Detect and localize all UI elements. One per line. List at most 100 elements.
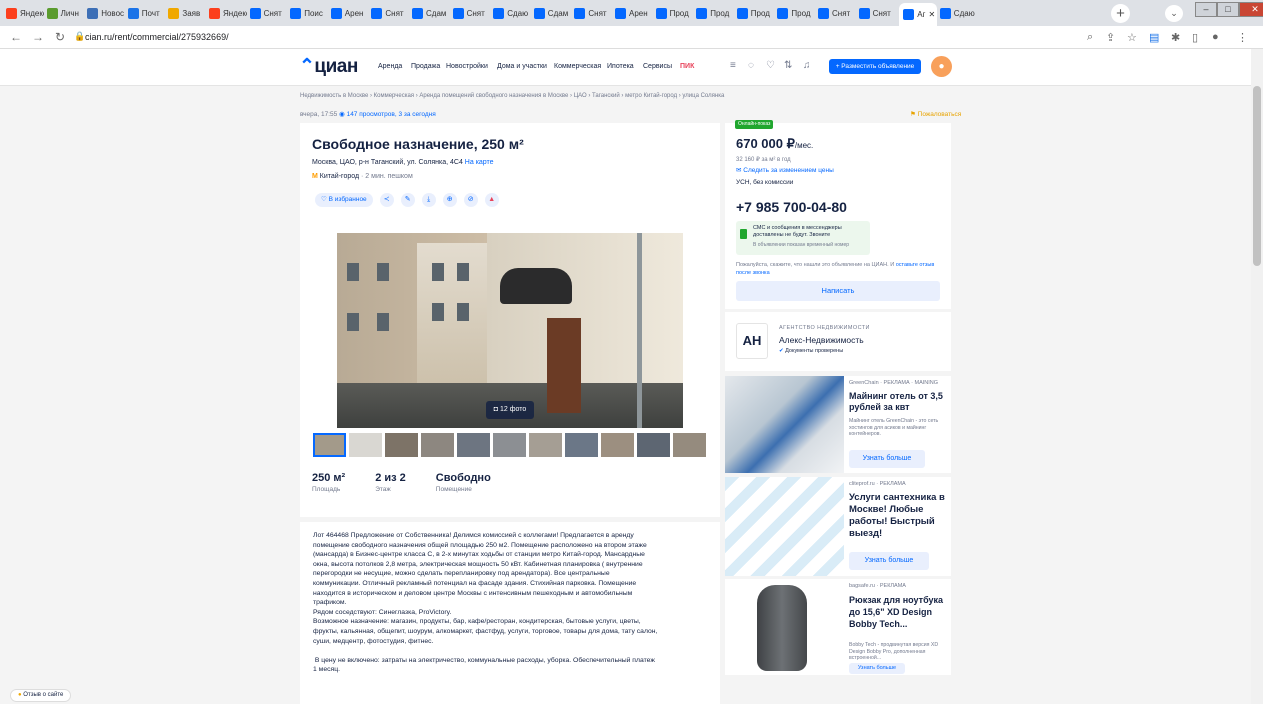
map-link[interactable]: На карте xyxy=(465,159,494,166)
saved-search-icon[interactable]: ⇅ xyxy=(784,60,792,71)
print-icon[interactable]: ⊕ xyxy=(442,193,457,207)
nav-commercial[interactable]: Коммерческая xyxy=(554,63,601,70)
track-price-link[interactable]: ✉ Следить за изменением цены xyxy=(736,166,834,174)
ad-banner-backpack[interactable]: bagsafe.ru · РЕКЛАМА Рюкзак для ноутбука… xyxy=(725,579,951,675)
browser-tab[interactable]: Личн xyxy=(46,4,85,22)
reload-icon[interactable]: ↻ xyxy=(55,30,65,44)
browser-tab[interactable]: Сдаю xyxy=(493,4,531,22)
photo-count-badge[interactable]: ◘ 12 фото xyxy=(486,401,534,419)
cian-logo[interactable]: ⌃циан xyxy=(299,55,358,78)
ad-image[interactable] xyxy=(725,376,844,473)
browser-tab[interactable]: Сдам xyxy=(533,4,572,22)
ad-title[interactable]: Услуги сантехника в Москве! Любые работы… xyxy=(849,492,947,540)
agency-card[interactable]: АН АГЕНТСТВО НЕДВИЖИМОСТИ Алекс-Недвижим… xyxy=(725,312,951,371)
browser-tab[interactable]: Прод xyxy=(736,4,775,22)
browser-tab[interactable]: Прод xyxy=(696,4,734,22)
ad-title[interactable]: Рюкзак для ноутбука до 15,6" XD Design B… xyxy=(849,594,947,630)
thumbnail[interactable] xyxy=(601,433,634,457)
thumbnail[interactable] xyxy=(385,433,418,457)
zoom-icon[interactable]: ⌕ xyxy=(1087,31,1093,44)
thumbnail[interactable] xyxy=(637,433,670,457)
thumbnail[interactable] xyxy=(457,433,490,457)
browser-tab[interactable]: Прод xyxy=(655,4,694,22)
ad-title[interactable]: Майнинг отель от 3,5 рублей за квт xyxy=(849,391,947,413)
nav-sale[interactable]: Продажа xyxy=(411,63,440,70)
photo-gallery[interactable]: ◘ 12 фото xyxy=(337,233,683,428)
browser-tab[interactable]: Почт xyxy=(127,4,166,22)
browser-tab[interactable]: Новос xyxy=(87,4,125,22)
close-tab-icon[interactable]: ✕ xyxy=(928,10,935,19)
back-icon[interactable]: ← xyxy=(10,30,22,44)
browser-tab[interactable]: Поис xyxy=(290,4,328,22)
side-panel-icon[interactable]: ▯ xyxy=(1192,31,1198,44)
ad-image[interactable] xyxy=(725,579,844,675)
maximize-button[interactable]: □ xyxy=(1217,2,1239,17)
browser-tab[interactable]: Снят xyxy=(818,4,856,22)
thumbnail[interactable] xyxy=(349,433,382,457)
hide-icon[interactable]: ⊘ xyxy=(463,193,478,207)
scrollbar-thumb[interactable] xyxy=(1253,86,1261,266)
nav-rent[interactable]: Аренда xyxy=(378,63,402,70)
thumbnail[interactable] xyxy=(673,433,706,457)
browser-menu-icon[interactable]: ⋮ xyxy=(1237,31,1248,44)
heart-icon[interactable]: ♡ xyxy=(766,60,775,71)
tab-search-icon[interactable]: ⌄ xyxy=(1165,5,1183,22)
favorite-button[interactable]: ♡ В избранное xyxy=(315,193,373,207)
extensions-puzzle-icon[interactable]: ✱ xyxy=(1171,31,1180,44)
nav-new-buildings[interactable]: Новостройки xyxy=(446,63,488,70)
nav-pik[interactable]: ПИК xyxy=(680,63,694,70)
chat-icon[interactable]: ◌ xyxy=(748,60,754,71)
edit-icon[interactable]: ✎ xyxy=(400,193,415,207)
profile-icon[interactable]: ● xyxy=(1212,31,1219,43)
minimize-button[interactable]: – xyxy=(1195,2,1217,17)
browser-tab[interactable]: Сдаю xyxy=(939,4,978,22)
browser-tab[interactable]: Снят xyxy=(452,4,491,22)
thumbnail[interactable] xyxy=(565,433,598,457)
browser-tab[interactable]: Снят xyxy=(249,4,288,22)
write-message-button[interactable]: Написать xyxy=(736,281,940,301)
address-text[interactable]: Москва, ЦАО, р-н Таганский, ул. Солянка,… xyxy=(312,159,463,166)
phone-number[interactable]: +7 985 700-04-80 xyxy=(736,199,847,215)
browser-tab[interactable]: Заяв xyxy=(168,4,206,22)
lock-icon[interactable]: 🔒 xyxy=(74,31,85,42)
browser-tab[interactable]: Снят xyxy=(574,4,612,22)
page-scrollbar[interactable] xyxy=(1251,49,1263,704)
site-feedback-button[interactable]: ● Отзыв о сайте xyxy=(10,689,72,702)
browser-tab[interactable]: Прод xyxy=(777,4,815,22)
ad-banner-mining[interactable]: GreenChain · РЕКЛАМА · MAINING Майнинг о… xyxy=(725,376,951,473)
ad-learn-more-button[interactable]: Узнать больше xyxy=(849,663,905,674)
share-icon[interactable]: ≺ xyxy=(379,193,394,207)
agency-logo[interactable]: АН xyxy=(736,323,768,359)
agency-name[interactable]: Алекс-Недвижимость xyxy=(779,335,864,345)
thumbnail[interactable] xyxy=(529,433,562,457)
thumbnail[interactable] xyxy=(313,433,346,457)
ad-learn-more-button[interactable]: Узнать больше xyxy=(849,552,929,570)
ad-image[interactable] xyxy=(725,477,844,576)
share-icon[interactable]: ⇪ xyxy=(1106,31,1115,44)
breadcrumb[interactable]: Недвижимость в Москве › Коммерческая › А… xyxy=(300,93,724,99)
browser-tab[interactable]: Снят xyxy=(371,4,409,22)
views-count[interactable]: 147 просмотров, 3 за сегодня xyxy=(347,111,436,118)
browser-tab[interactable]: Аг ✕ xyxy=(899,3,937,26)
new-tab-button[interactable]: + xyxy=(1111,4,1130,23)
bell-icon[interactable]: ♫ xyxy=(803,60,811,71)
ad-banner-plumber[interactable]: cliteprof.ru · РЕКЛАМА Услуги сантехника… xyxy=(725,477,951,576)
browser-tab[interactable]: Яндекс xyxy=(209,4,247,22)
thumbnail[interactable] xyxy=(493,433,526,457)
user-avatar[interactable]: ● xyxy=(931,56,952,77)
thumbnail[interactable] xyxy=(421,433,454,457)
nav-mortgage[interactable]: Ипотека xyxy=(607,63,634,70)
nav-houses[interactable]: Дома и участки xyxy=(497,63,547,70)
browser-tab[interactable]: Сдам xyxy=(412,4,450,22)
place-ad-button[interactable]: + Разместить объявление xyxy=(829,59,921,74)
report-icon[interactable]: ▲ xyxy=(484,193,499,207)
browser-tab[interactable]: Яндекс xyxy=(6,4,44,22)
compare-icon[interactable]: ≡ xyxy=(730,60,736,71)
metro-station[interactable]: Китай-город xyxy=(320,173,359,180)
nav-services[interactable]: Сервисы xyxy=(643,63,672,70)
complain-link[interactable]: ⚑ Пожаловаться xyxy=(910,110,961,118)
url-field[interactable]: cian.ru/rent/commercial/275932669/ xyxy=(85,32,229,42)
download-icon[interactable]: ⤓ xyxy=(421,193,436,207)
browser-tab[interactable]: Арен xyxy=(615,4,653,22)
extension-icon[interactable]: ▤ xyxy=(1149,31,1159,44)
